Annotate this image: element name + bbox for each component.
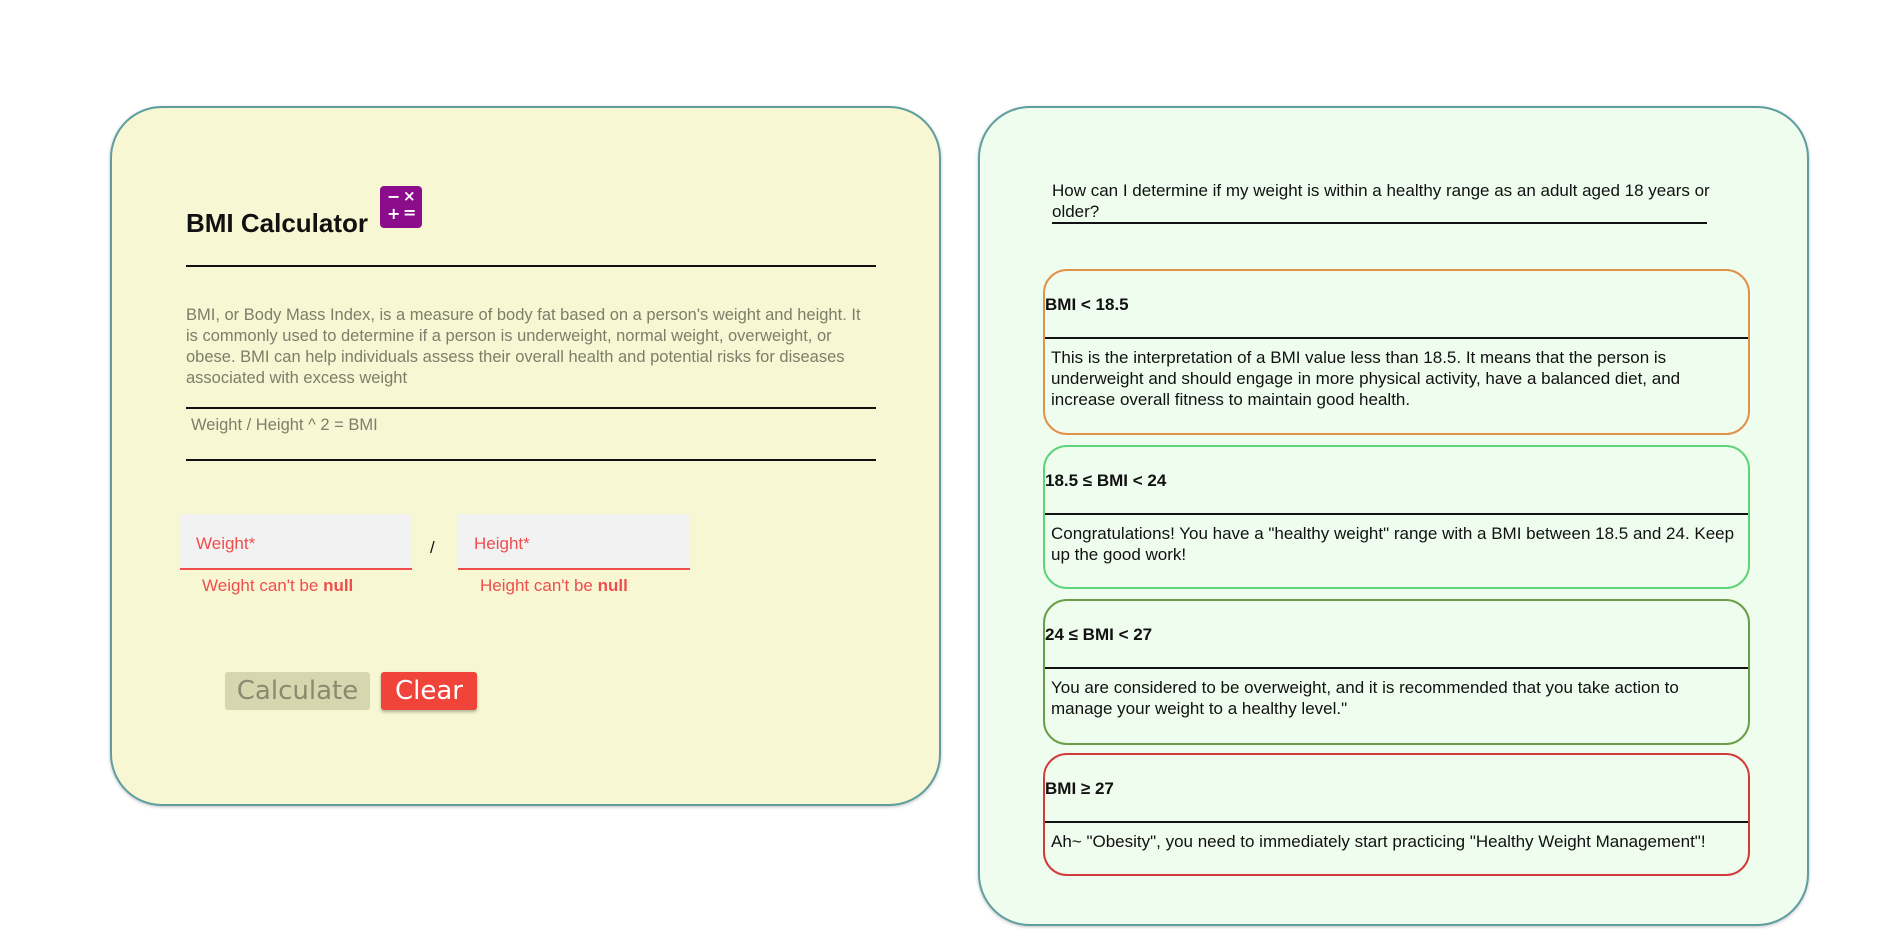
clear-button[interactable]: Clear bbox=[381, 672, 477, 710]
bmi-calculator-panel: BMI Calculator − × + = BMI, or Body Mass… bbox=[110, 106, 941, 806]
title-divider bbox=[186, 265, 876, 267]
card-title: BMI < 18.5 bbox=[1045, 271, 1748, 339]
bmi-obese-card: BMI ≥ 27 Ah~ "Obesity", you need to imme… bbox=[1043, 753, 1750, 876]
calculate-button[interactable]: Calculate bbox=[225, 672, 370, 710]
calculator-header: BMI Calculator − × + = bbox=[186, 186, 423, 240]
question-divider bbox=[1052, 222, 1707, 224]
card-title: 24 ≤ BMI < 27 bbox=[1045, 601, 1748, 669]
card-title: BMI ≥ 27 bbox=[1045, 755, 1748, 823]
page-title: BMI Calculator bbox=[186, 208, 369, 238]
weight-error-null: null bbox=[323, 576, 354, 595]
bmi-underweight-card: BMI < 18.5 This is the interpretation of… bbox=[1043, 269, 1750, 435]
weight-error: Weight can't be null bbox=[202, 576, 353, 596]
height-error: Height can't be null bbox=[480, 576, 628, 596]
height-error-null: null bbox=[597, 576, 628, 595]
card-body: You are considered to be overweight, and… bbox=[1051, 678, 1679, 718]
bmi-overweight-card: 24 ≤ BMI < 27 You are considered to be o… bbox=[1043, 599, 1750, 745]
divide-separator: / bbox=[430, 538, 435, 557]
healthy-range-question: How can I determine if my weight is with… bbox=[1052, 181, 1710, 221]
weight-field[interactable]: Weight* bbox=[180, 514, 416, 570]
weight-error-text: Weight can't be bbox=[202, 576, 324, 595]
card-body: Congratulations! You have a "healthy wei… bbox=[1051, 524, 1735, 564]
height-field[interactable]: Height* bbox=[458, 514, 694, 570]
description-divider bbox=[186, 407, 876, 409]
card-body: Ah~ "Obesity", you need to immediately s… bbox=[1051, 832, 1706, 851]
card-title: 18.5 ≤ BMI < 24 bbox=[1045, 447, 1748, 515]
height-error-text: Height can't be bbox=[480, 576, 598, 595]
bmi-description: BMI, or Body Mass Index, is a measure of… bbox=[186, 306, 861, 387]
bmi-healthy-card: 18.5 ≤ BMI < 24 Congratulations! You hav… bbox=[1043, 445, 1750, 589]
calculator-icon: − × + = bbox=[380, 186, 423, 228]
formula-divider bbox=[186, 459, 876, 461]
weight-input[interactable] bbox=[180, 514, 416, 570]
height-input[interactable] bbox=[458, 514, 694, 570]
bmi-formula: Weight / Height ^ 2 = BMI bbox=[191, 416, 378, 434]
bmi-ranges-panel: How can I determine if my weight is with… bbox=[978, 106, 1809, 926]
card-body: This is the interpretation of a BMI valu… bbox=[1051, 348, 1681, 409]
